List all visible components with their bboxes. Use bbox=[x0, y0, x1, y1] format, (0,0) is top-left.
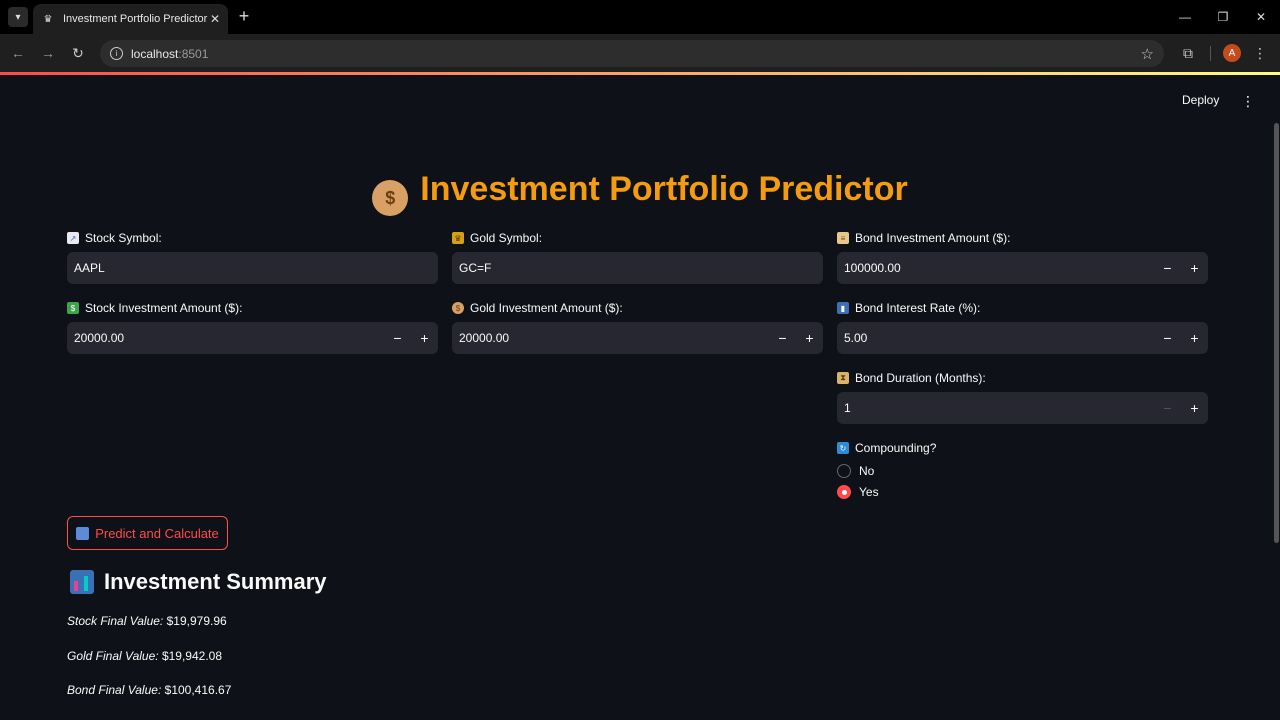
gold-final-label: Gold Final Value: bbox=[67, 649, 159, 663]
bar-chart-icon: ▮ bbox=[837, 302, 849, 314]
gold-final-amount: $19,942.08 bbox=[161, 649, 223, 663]
window-controls: — ❐ ✕ bbox=[1166, 0, 1280, 34]
gold-amount-label: Gold Investment Amount ($): bbox=[470, 301, 623, 315]
predict-button-label: Predict and Calculate bbox=[95, 525, 219, 541]
bond-rate-value: 5.00 bbox=[844, 331, 868, 345]
tab-title: Investment Portfolio Predictor bbox=[63, 13, 208, 25]
bar-chart-icon bbox=[76, 526, 90, 540]
bond-duration-increment-icon[interactable]: + bbox=[1181, 392, 1208, 424]
bond-amount-input[interactable]: 100000.00 − + bbox=[837, 252, 1208, 284]
toolbar-divider bbox=[1210, 46, 1211, 61]
bond-final-value: Bond Final Value: $100,416.67 bbox=[67, 683, 231, 697]
money-bag-icon: $ bbox=[452, 302, 464, 314]
hourglass-icon: ⧗ bbox=[837, 372, 849, 384]
reload-icon[interactable]: ↻ bbox=[68, 43, 88, 63]
stock-amount-field: $ Stock Investment Amount ($): 20000.00 … bbox=[67, 300, 438, 354]
radio-no-label: No bbox=[859, 464, 875, 478]
bond-rate-input[interactable]: 5.00 − + bbox=[837, 322, 1208, 354]
bond-final-label: Bond Final Value: bbox=[67, 683, 162, 697]
bookmark-star-icon[interactable]: ☆ bbox=[1141, 45, 1154, 63]
extensions-icon[interactable]: ⧉ bbox=[1178, 43, 1198, 63]
gold-amount-decrement-icon[interactable]: − bbox=[769, 322, 796, 354]
radio-no[interactable] bbox=[837, 464, 851, 478]
bond-amount-value: 100000.00 bbox=[844, 261, 901, 275]
compounding-option-no[interactable]: No bbox=[837, 464, 874, 478]
stock-symbol-field: ↗ Stock Symbol: AAPL bbox=[67, 230, 438, 284]
compounding-label: Compounding? bbox=[855, 441, 937, 455]
profile-avatar[interactable]: A bbox=[1223, 44, 1241, 62]
bond-final-amount: $100,416.67 bbox=[164, 683, 232, 697]
gold-final-value: Gold Final Value: $19,942.08 bbox=[67, 649, 222, 663]
radio-yes[interactable] bbox=[837, 485, 851, 499]
browser-tab[interactable]: ♛ Investment Portfolio Predictor ✕ bbox=[33, 4, 228, 34]
site-info-icon[interactable]: i bbox=[110, 47, 123, 60]
stock-symbol-label: Stock Symbol: bbox=[85, 231, 162, 245]
stock-final-label: Stock Final Value: bbox=[67, 614, 164, 628]
gold-symbol-field: ♛ Gold Symbol: GC=F bbox=[452, 230, 823, 284]
page-title-text: Investment Portfolio Predictor bbox=[420, 170, 908, 208]
bond-duration-field: ⧗ Bond Duration (Months): 1 − + bbox=[837, 370, 1208, 424]
stock-symbol-value: AAPL bbox=[74, 261, 105, 275]
browser-tabbar: ▾ ♛ Investment Portfolio Predictor ✕ + —… bbox=[0, 0, 1280, 34]
page-title: $ Investment Portfolio Predictor bbox=[0, 170, 1280, 216]
gold-symbol-value: GC=F bbox=[459, 261, 492, 275]
stock-final-amount: $19,979.96 bbox=[166, 614, 227, 628]
bond-duration-decrement-icon[interactable]: − bbox=[1154, 392, 1181, 424]
money-bag-icon: $ bbox=[372, 180, 409, 216]
deploy-button[interactable]: Deploy bbox=[1182, 93, 1219, 107]
bar-chart-icon bbox=[70, 570, 94, 594]
dollar-banknote-icon: $ bbox=[67, 302, 79, 314]
bond-rate-decrement-icon[interactable]: − bbox=[1154, 322, 1181, 354]
app-menu-icon[interactable]: ⋮ bbox=[1241, 91, 1255, 111]
gold-symbol-input[interactable]: GC=F bbox=[452, 252, 823, 284]
compounding-field: ↻ Compounding? bbox=[837, 440, 1208, 456]
stock-amount-increment-icon[interactable]: + bbox=[411, 322, 438, 354]
address-bar[interactable]: i localhost:8501 ☆ bbox=[100, 40, 1164, 67]
bond-amount-field: ≡ Bond Investment Amount ($): 100000.00 … bbox=[837, 230, 1208, 284]
gold-amount-value: 20000.00 bbox=[459, 331, 510, 345]
bond-rate-label: Bond Interest Rate (%): bbox=[855, 301, 981, 315]
back-icon[interactable]: ← bbox=[8, 43, 28, 63]
window-close-icon[interactable]: ✕ bbox=[1242, 0, 1280, 34]
stock-final-value: Stock Final Value: $19,979.96 bbox=[67, 614, 227, 628]
browser-menu-icon[interactable]: ⋮ bbox=[1252, 43, 1268, 63]
bond-duration-label: Bond Duration (Months): bbox=[855, 371, 986, 385]
bond-amount-decrement-icon[interactable]: − bbox=[1154, 252, 1181, 284]
tab-search-icon[interactable]: ▾ bbox=[8, 7, 28, 27]
bond-rate-increment-icon[interactable]: + bbox=[1181, 322, 1208, 354]
bond-amount-increment-icon[interactable]: + bbox=[1181, 252, 1208, 284]
restore-icon[interactable]: ❐ bbox=[1204, 0, 1242, 34]
stock-amount-label: Stock Investment Amount ($): bbox=[85, 301, 243, 315]
gold-amount-field: $ Gold Investment Amount ($): 20000.00 −… bbox=[452, 300, 823, 354]
bond-amount-label: Bond Investment Amount ($): bbox=[855, 231, 1011, 245]
gold-amount-input[interactable]: 20000.00 − + bbox=[452, 322, 823, 354]
tab-close-icon[interactable]: ✕ bbox=[210, 12, 220, 26]
gold-symbol-label: Gold Symbol: bbox=[470, 231, 543, 245]
summary-heading-text: Investment Summary bbox=[104, 569, 327, 594]
forward-icon[interactable]: → bbox=[38, 43, 58, 63]
url-port: :8501 bbox=[178, 46, 209, 61]
compounding-option-yes[interactable]: Yes bbox=[837, 485, 879, 499]
browser-toolbar: ← → ↻ i localhost:8501 ☆ ⧉ A ⋮ bbox=[0, 34, 1280, 72]
stock-symbol-input[interactable]: AAPL bbox=[67, 252, 438, 284]
gold-amount-increment-icon[interactable]: + bbox=[796, 322, 823, 354]
repeat-arrows-icon: ↻ bbox=[837, 442, 849, 454]
app-main: Deploy ⋮ $ Investment Portfolio Predictor… bbox=[0, 75, 1280, 720]
chart-increasing-icon: ↗ bbox=[67, 232, 79, 244]
scroll-icon: ≡ bbox=[837, 232, 849, 244]
bond-rate-field: ▮ Bond Interest Rate (%): 5.00 − + bbox=[837, 300, 1208, 354]
stock-amount-value: 20000.00 bbox=[74, 331, 125, 345]
trophy-icon: ♛ bbox=[452, 232, 464, 244]
minimize-icon[interactable]: — bbox=[1166, 0, 1204, 34]
stock-amount-input[interactable]: 20000.00 − + bbox=[67, 322, 438, 354]
predict-button[interactable]: Predict and Calculate bbox=[67, 516, 228, 550]
summary-heading: Investment Summary bbox=[70, 569, 327, 595]
bond-duration-input[interactable]: 1 − + bbox=[837, 392, 1208, 424]
url-host: localhost bbox=[131, 46, 179, 61]
streamlit-favicon-icon: ♛ bbox=[43, 13, 53, 25]
new-tab-icon[interactable]: + bbox=[234, 6, 254, 26]
stock-amount-decrement-icon[interactable]: − bbox=[384, 322, 411, 354]
bond-duration-value: 1 bbox=[844, 401, 851, 415]
radio-yes-label: Yes bbox=[859, 485, 879, 499]
